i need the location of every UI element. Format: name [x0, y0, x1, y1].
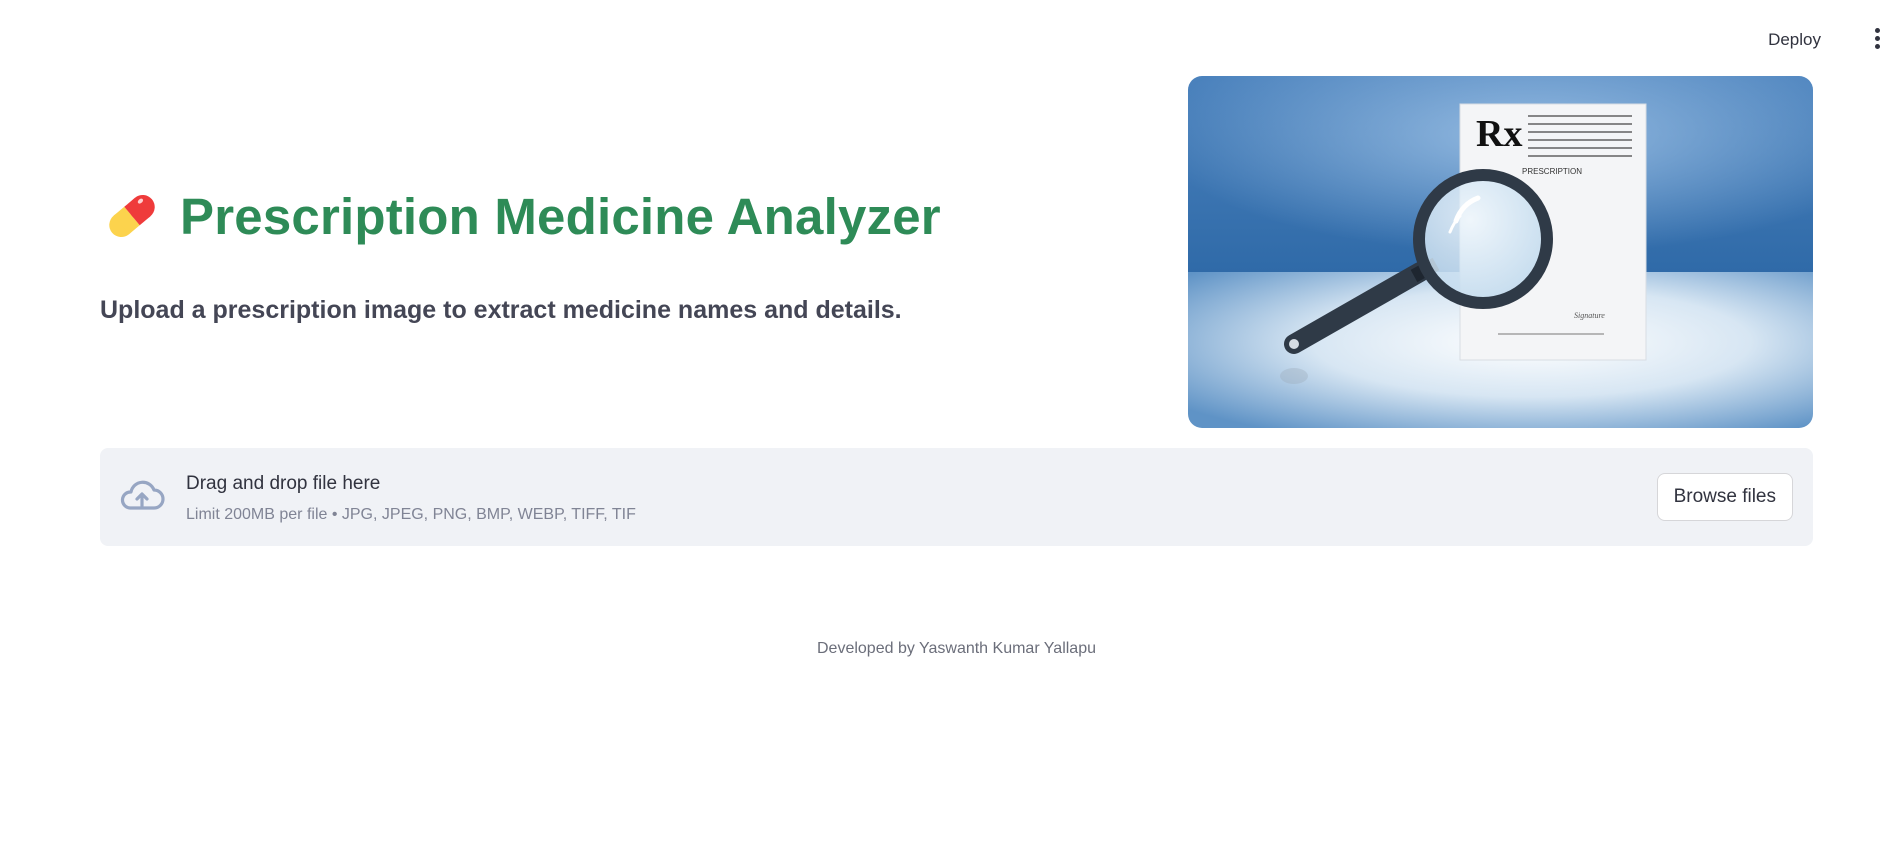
deploy-button[interactable]: Deploy — [1760, 26, 1829, 54]
page-subtitle: Upload a prescription image to extract m… — [100, 296, 902, 324]
top-toolbar: Deploy — [0, 0, 1899, 80]
dropzone-label: Drag and drop file here — [186, 473, 381, 494]
kebab-menu-icon[interactable] — [1867, 28, 1887, 54]
footer-credit: Developed by Yaswanth Kumar Yallapu — [817, 640, 1096, 657]
document-label: PRESCRIPTION — [1522, 167, 1582, 176]
pill-icon — [109, 195, 155, 237]
rx-mark: Rx — [1476, 113, 1522, 155]
signature-text: Signature — [1574, 311, 1605, 320]
cloud-upload-icon — [120, 480, 165, 510]
page-title: Prescription Medicine Analyzer — [180, 187, 941, 245]
hero-image: Rx PRESCRIPTION Signature — [1188, 76, 1813, 428]
file-uploader-dropzone[interactable]: Drag and drop file here Limit 200MB per … — [100, 448, 1813, 546]
title-row: Prescription Medicine Analyzer — [100, 184, 941, 248]
browse-files-button[interactable]: Browse files — [1656, 473, 1793, 521]
dropzone-limit-text: Limit 200MB per file • JPG, JPEG, PNG, B… — [186, 506, 636, 523]
